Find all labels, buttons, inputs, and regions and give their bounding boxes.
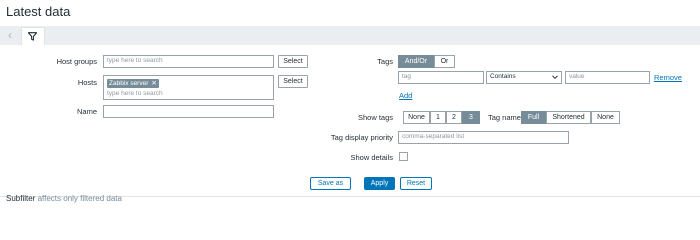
subfilter: Subfilter affects only filtered data [6,194,122,203]
tag-operator-select[interactable]: Contains [486,71,562,84]
host-chip-label: Zabbix server [109,80,149,87]
tag-remove-link[interactable]: Remove [654,73,682,82]
tag-name-label: Tag name [488,113,521,122]
tags-operator-and-or[interactable]: And/Or [398,55,434,68]
host-groups-select-button[interactable]: Select [278,55,308,68]
page-title: Latest data [6,4,71,19]
hosts-placeholder: type here to search [107,90,163,97]
show-details-label: Show details [350,153,393,162]
tag-display-priority-label: Tag display priority [330,133,393,142]
show-tags-3[interactable]: 3 [462,111,480,124]
filter-panel: Host groups type here to search Select H… [0,45,700,197]
host-groups-placeholder: type here to search [107,57,163,64]
hosts-input[interactable]: Zabbix server ✕ type here to search [103,75,274,100]
close-icon[interactable]: ✕ [151,80,156,87]
tag-input[interactable]: tag [398,71,484,84]
name-input[interactable] [103,105,274,118]
show-tags-label: Show tags [357,113,393,122]
chevron-left-icon[interactable]: ‹ [4,28,16,43]
show-tags-2[interactable]: 2 [446,111,462,124]
hosts-select-button[interactable]: Select [278,75,308,88]
show-tags-none[interactable]: None [403,111,430,124]
show-details-checkbox[interactable] [399,152,408,161]
tag-placeholder: tag [402,73,412,80]
filter-icon [28,32,37,41]
tag-name-full[interactable]: Full [521,111,546,124]
subfilter-label: Subfilter [6,194,36,203]
tab-filter[interactable] [21,27,45,46]
tag-display-priority-placeholder: comma-separated list [402,133,465,140]
tag-display-priority-input[interactable]: comma-separated list [398,131,569,144]
apply-button[interactable]: Apply [364,177,395,190]
tag-operator-value: Contains [490,73,516,80]
reset-button[interactable]: Reset [400,177,432,190]
tag-value-input[interactable]: value [565,71,650,84]
tag-add-link[interactable]: Add [399,91,412,100]
host-groups-label: Host groups [56,57,97,66]
hosts-label: Hosts [77,78,97,87]
host-chip: Zabbix server ✕ [107,79,159,88]
tag-name-none[interactable]: None [591,111,620,124]
tags-label: Tags [377,57,393,66]
name-label: Name [76,107,97,116]
save-as-button[interactable]: Save as [310,177,351,190]
filter-tab-bar: ‹ [0,26,700,46]
tags-operator-or[interactable]: Or [434,55,455,68]
tag-name-shortened[interactable]: Shortened [546,111,591,124]
tag-value-placeholder: value [569,73,585,80]
show-tags-1[interactable]: 1 [430,111,446,124]
chevron-down-icon [552,75,558,80]
host-groups-input[interactable]: type here to search [103,55,274,68]
subfilter-note: affects only filtered data [37,194,122,203]
